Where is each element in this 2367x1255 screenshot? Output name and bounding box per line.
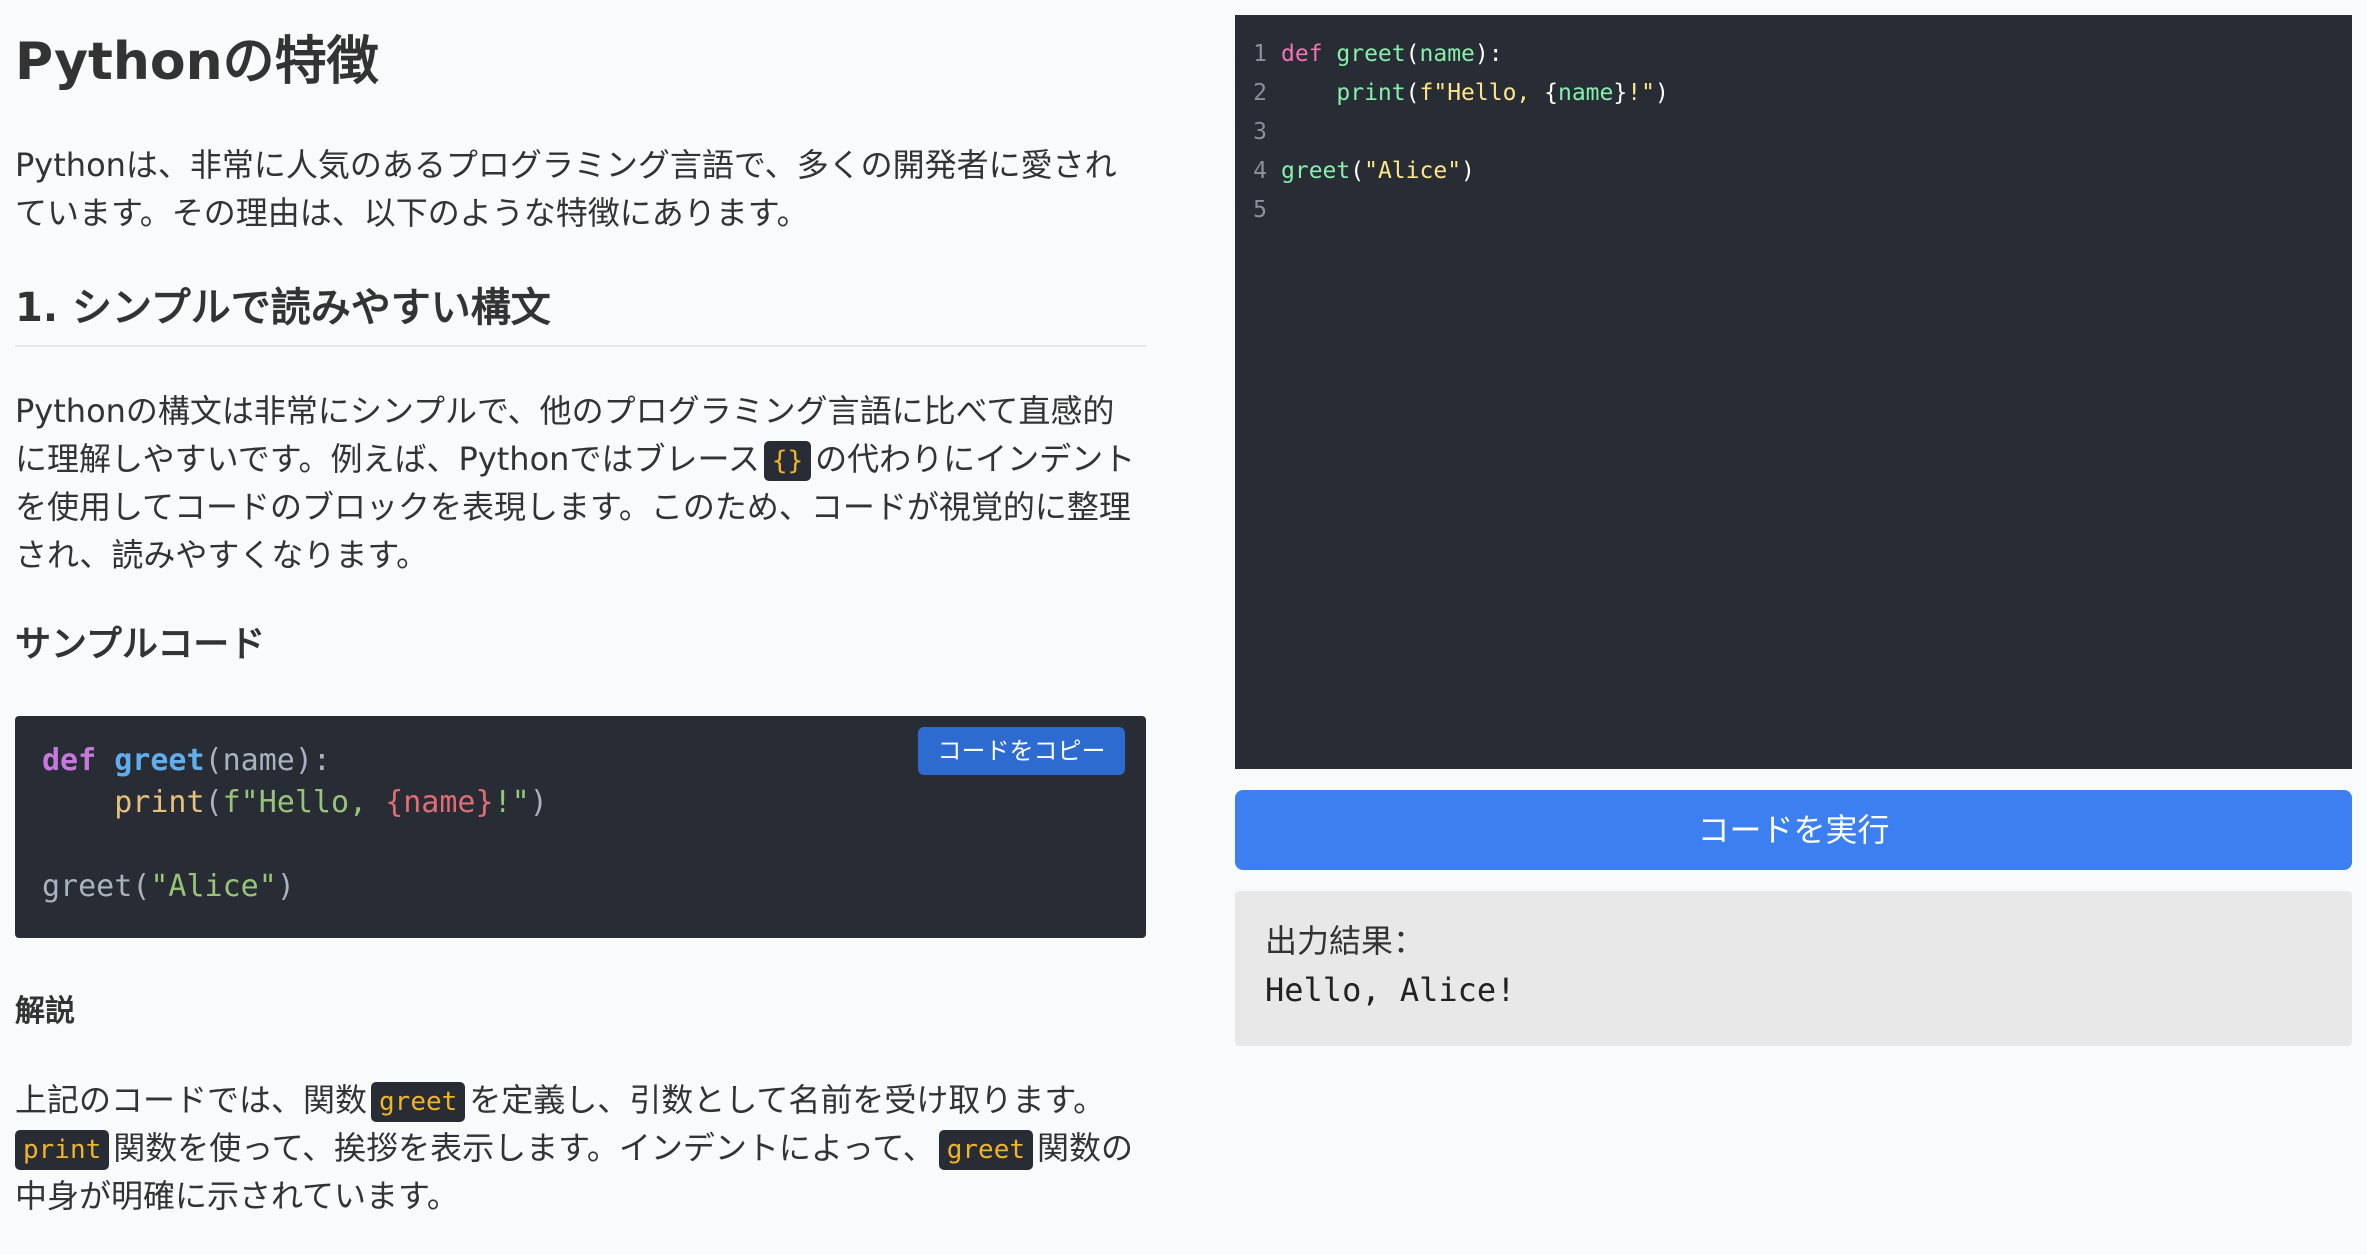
code-builtin: print	[114, 785, 205, 820]
line-number: 2	[1253, 80, 1267, 106]
section-divider	[15, 345, 1146, 347]
section-heading: 1. シンプルで読みやすい構文	[15, 285, 551, 331]
editor-line[interactable]: 1 def greet(name):	[1245, 35, 2345, 74]
line-number: 5	[1253, 197, 1267, 223]
code-variable: name	[1419, 41, 1475, 67]
code-function-name: greet	[114, 743, 205, 778]
sample-code-heading: サンプルコード	[15, 624, 266, 665]
line-number: 1	[1253, 41, 1267, 67]
editor-line[interactable]: 5	[1245, 191, 2345, 230]
page: Pythonの特徴 Pythonは、非常に人気のあるプログラミング言語で、多くの…	[0, 0, 2367, 1255]
output-panel: 出力結果： Hello, Alice!	[1235, 891, 2352, 1046]
code-punctuation: ):	[1474, 41, 1503, 67]
intro-paragraph: Pythonは、非常に人気のあるプログラミング言語で、多くの開発者に愛されていま…	[15, 146, 1117, 232]
code-builtin: print	[1336, 80, 1406, 106]
code-punctuation: (	[1350, 158, 1365, 184]
inline-code-braces: {}	[763, 441, 812, 481]
inline-code-greet: greet	[938, 1130, 1034, 1170]
sample-code[interactable]: def greet(name): print(f"Hello, {name}!"…	[42, 740, 548, 908]
code-text: (	[204, 785, 223, 820]
explanation-paragraph: 上記のコードでは、関数 greet を定義し、引数として名前を受け取ります。prin…	[15, 1076, 1146, 1220]
line-number: 4	[1253, 158, 1267, 184]
code-text: )	[529, 785, 548, 820]
inline-code-greet: greet	[371, 1082, 466, 1122]
line-number: 3	[1253, 119, 1267, 145]
code-string: f"Hello,	[222, 785, 386, 820]
code-text: (name):	[204, 743, 331, 778]
editor-line[interactable]: 2 print(f"Hello, {name}!")	[1245, 74, 2345, 113]
editor-line[interactable]: 4 greet("Alice")	[1245, 152, 2345, 191]
code-string: !"	[493, 785, 530, 820]
code-text: greet(	[42, 869, 151, 904]
page-title: Pythonの特徴	[15, 32, 379, 92]
code-string: "Alice"	[1364, 158, 1462, 184]
code-string: f"Hello,	[1419, 80, 1545, 106]
output-text: Hello, Alice!	[1265, 971, 1516, 1009]
output-label: 出力結果：	[1265, 922, 1426, 960]
paragraph-text: 上記のコードでは、関数	[15, 1081, 368, 1119]
code-keyword: def	[42, 743, 97, 778]
code-text: )	[276, 869, 295, 904]
sample-code-block: コードをコピー def greet(name): print(f"Hello, …	[15, 716, 1146, 938]
code-substitution: {name}	[385, 785, 494, 820]
code-punctuation: (	[1405, 80, 1420, 106]
code-string: !"	[1627, 80, 1655, 106]
explanation-heading: 解説	[15, 994, 75, 1029]
paragraph-text: を定義し、引数として名前を受け取ります。	[469, 1081, 1106, 1119]
code-punctuation: )	[1461, 158, 1475, 184]
code-function-name: greet	[1322, 41, 1406, 67]
section-paragraph: Pythonの構文は非常にシンプルで、他のプログラミング言語に比べて直感的に理解…	[15, 387, 1146, 579]
code-keyword: def	[1281, 41, 1323, 67]
editor-lines: 1 def greet(name): 2 print(f"Hello, {name…	[1245, 35, 2345, 230]
code-variable: name	[1557, 80, 1614, 106]
code-string: "Alice"	[150, 869, 277, 904]
code-function-name: greet	[1281, 158, 1351, 184]
editor-line[interactable]: 3	[1245, 113, 2345, 152]
code-punctuation: {	[1544, 80, 1558, 106]
code-punctuation: )	[1654, 80, 1669, 106]
code-editor[interactable]: 1 def greet(name): 2 print(f"Hello, {name…	[1235, 15, 2352, 769]
copy-code-button[interactable]: コードをコピー	[918, 727, 1125, 775]
run-code-button[interactable]: コードを実行	[1235, 790, 2352, 870]
code-punctuation: (	[1405, 41, 1420, 67]
paragraph-text: 関数を使って、挨拶を表示します。インデントによって、	[113, 1129, 935, 1167]
code-punctuation: }	[1613, 80, 1628, 106]
inline-code-print: print	[15, 1130, 110, 1170]
